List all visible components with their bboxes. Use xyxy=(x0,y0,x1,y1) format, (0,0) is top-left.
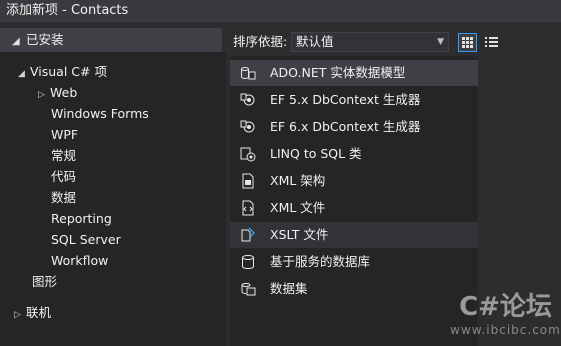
tree-item-general[interactable]: 常规 xyxy=(51,145,76,166)
list-item-linq-to-sql[interactable]: LINQ to SQL 类 xyxy=(230,141,478,167)
list-item-xslt-file[interactable]: XSLT 文件 xyxy=(230,222,478,248)
installed-header-label: 已安装 xyxy=(26,32,64,47)
list-item-label: 数据集 xyxy=(270,281,308,296)
installed-header[interactable]: ◢ 已安装 xyxy=(0,28,222,52)
sort-dropdown[interactable]: 默认值 ▼ xyxy=(291,32,449,52)
tree-item-label: Visual C# 项 xyxy=(30,64,107,79)
tree-item-workflow[interactable]: Workflow xyxy=(51,250,108,271)
xml-file-icon xyxy=(242,200,254,216)
list-item-label: XML 架构 xyxy=(270,173,326,188)
tree-item-graphics[interactable]: 图形 xyxy=(32,271,57,292)
list-item-service-database[interactable]: 基于服务的数据库 xyxy=(230,249,478,275)
list-item-label: 基于服务的数据库 xyxy=(270,254,371,269)
tree-item-windows-forms[interactable]: Windows Forms xyxy=(51,103,149,124)
tree-item-wpf[interactable]: WPF xyxy=(51,124,78,145)
list-item-ado-net-model[interactable]: ADO.NET 实体数据模型 xyxy=(230,60,478,86)
watermark-title: C#论坛 xyxy=(459,292,552,322)
tree-item-data[interactable]: 数据 xyxy=(51,187,76,208)
tree-item-reporting[interactable]: Reporting xyxy=(51,208,112,229)
ado-net-model-icon xyxy=(241,67,256,80)
ef-generator-icon xyxy=(240,120,255,133)
ef-generator-icon xyxy=(240,93,255,106)
dataset-icon xyxy=(241,283,256,296)
tree-item-web[interactable]: ▷ Web xyxy=(38,82,77,103)
list-item-label: ADO.NET 实体数据模型 xyxy=(270,65,406,80)
sort-bar: 排序依据: 默认值 ▼ xyxy=(230,28,561,56)
list-item-ef5-generator[interactable]: EF 5.x DbContext 生成器 xyxy=(230,87,478,113)
watermark-logo: C#论坛 www.ibcibc.com xyxy=(450,292,561,346)
tree-item-sql-server[interactable]: SQL Server xyxy=(51,229,121,250)
list-item-label: XML 文件 xyxy=(270,200,326,215)
chevron-down-icon: ▼ xyxy=(437,37,444,47)
collapsed-arrow-icon: ▷ xyxy=(14,310,21,320)
list-item-label: XSLT 文件 xyxy=(270,227,329,242)
linq-to-sql-icon xyxy=(240,147,256,162)
list-item-label: EF 6.x DbContext 生成器 xyxy=(270,119,421,134)
large-icons-view-button[interactable] xyxy=(458,33,477,52)
template-tree: ◢ Visual C# 项 ▷ Web Windows Forms WPF 常规 代… xyxy=(0,52,226,346)
list-item-label: EF 5.x DbContext 生成器 xyxy=(270,92,421,107)
list-item-label: LINQ to SQL 类 xyxy=(270,146,362,161)
collapsed-arrow-icon: ▷ xyxy=(38,90,45,100)
tree-item-label: Web xyxy=(50,85,78,100)
watermark-url: www.ibcibc.com xyxy=(450,323,561,337)
xml-schema-icon xyxy=(242,173,254,189)
tree-item-visual-csharp[interactable]: ◢ Visual C# 项 xyxy=(18,61,107,82)
list-icon xyxy=(485,37,498,47)
tree-item-code[interactable]: 代码 xyxy=(51,166,76,187)
sort-label: 排序依据: xyxy=(233,34,288,49)
list-item-dataset[interactable]: 数据集 xyxy=(230,276,478,302)
list-item-ef6-generator[interactable]: EF 6.x DbContext 生成器 xyxy=(230,114,478,140)
window-title: 添加新项 - Contacts xyxy=(0,0,561,22)
tree-item-label: 联机 xyxy=(26,305,52,320)
list-view-button[interactable] xyxy=(482,33,501,52)
sort-dropdown-value: 默认值 xyxy=(296,34,334,49)
template-list: ADO.NET 实体数据模型 EF 5.x DbContext 生成器 EF 6… xyxy=(230,56,478,346)
tree-item-online[interactable]: ▷ 联机 xyxy=(14,302,51,323)
list-item-xml-file[interactable]: XML 文件 xyxy=(230,195,478,221)
list-item-xml-schema[interactable]: XML 架构 xyxy=(230,168,478,194)
database-icon xyxy=(242,255,254,270)
collapse-icon: ◢ xyxy=(12,36,20,47)
expanded-arrow-icon: ◢ xyxy=(18,69,25,79)
grid-icon xyxy=(462,37,473,48)
xslt-file-icon xyxy=(241,227,256,242)
